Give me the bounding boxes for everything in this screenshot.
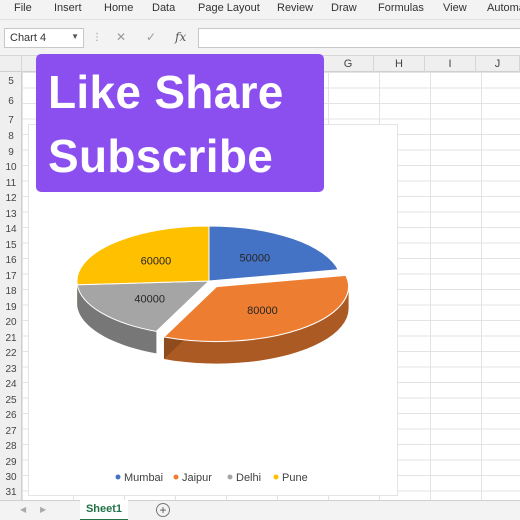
- select-all-corner[interactable]: [0, 56, 22, 72]
- scroll-right-icon[interactable]: ▶: [40, 505, 46, 514]
- row-header[interactable]: 12: [0, 193, 22, 204]
- row-header[interactable]: 18: [0, 286, 22, 297]
- row-header[interactable]: 25: [0, 395, 22, 406]
- row-header[interactable]: 26: [0, 410, 22, 421]
- row-header[interactable]: 9: [0, 147, 22, 158]
- row-header[interactable]: 21: [0, 333, 22, 344]
- row-header[interactable]: 7: [0, 115, 22, 126]
- name-box-value: Chart 4: [10, 32, 47, 44]
- legend-marker: [273, 474, 279, 480]
- column-header-g[interactable]: G: [323, 56, 374, 72]
- row-header[interactable]: 20: [0, 317, 22, 328]
- row-headers: 5 6 7 8 9 10 11 12 13 14 15 16 17 18 19 …: [0, 72, 22, 500]
- tab-view[interactable]: View: [443, 2, 467, 14]
- formula-bar: Chart 4 ▼ ⋮ ✕ ✓ fx: [0, 20, 520, 56]
- legend-label: Pune: [282, 472, 308, 484]
- row-header[interactable]: 10: [0, 162, 22, 173]
- legend-label: Jaipur: [182, 472, 212, 484]
- legend-marker: [227, 474, 233, 480]
- sheet-tab-bar: ◀ ▶ Sheet1 +: [0, 500, 520, 520]
- row-header[interactable]: 13: [0, 209, 22, 220]
- row-header[interactable]: 28: [0, 441, 22, 452]
- promo-banner: Like Share Subscribe: [36, 54, 324, 192]
- name-box[interactable]: Chart 4 ▼: [4, 28, 84, 48]
- row-header[interactable]: 15: [0, 240, 22, 251]
- legend-item-mumbai[interactable]: Mumbai: [115, 472, 164, 484]
- legend-item-jaipur[interactable]: Jaipur: [173, 472, 213, 484]
- check-icon[interactable]: ✓: [146, 30, 156, 44]
- banner-line-2: Subscribe: [48, 130, 274, 182]
- close-icon[interactable]: ✕: [116, 30, 126, 44]
- row-header[interactable]: 17: [0, 271, 22, 282]
- column-header-i[interactable]: I: [425, 56, 476, 72]
- sheet-tab-sheet1[interactable]: Sheet1: [80, 500, 128, 520]
- banner-line-1: Like Share: [48, 66, 284, 118]
- tab-draw[interactable]: Draw: [331, 2, 357, 14]
- tab-home[interactable]: Home: [104, 2, 133, 14]
- chart-legend: Mumbai Jaipur Delhi Pune: [115, 472, 308, 484]
- legend-marker: [173, 474, 179, 480]
- row-header[interactable]: 30: [0, 472, 22, 483]
- tab-formulas[interactable]: Formulas: [378, 2, 424, 14]
- row-header[interactable]: 29: [0, 457, 22, 468]
- legend-label: Mumbai: [124, 472, 163, 484]
- legend-marker: [115, 474, 121, 480]
- tab-data[interactable]: Data: [152, 2, 175, 14]
- insert-function-icon[interactable]: fx: [175, 30, 186, 44]
- row-header[interactable]: 24: [0, 379, 22, 390]
- data-label-jaipur: 80000: [247, 305, 278, 317]
- data-label-delhi: 40000: [134, 293, 165, 305]
- row-header[interactable]: 31: [0, 487, 22, 498]
- chevron-down-icon[interactable]: ▼: [71, 32, 79, 41]
- legend-item-delhi[interactable]: Delhi: [227, 472, 262, 484]
- tab-review[interactable]: Review: [277, 2, 313, 14]
- row-header[interactable]: 14: [0, 224, 22, 235]
- tab-insert[interactable]: Insert: [54, 2, 82, 14]
- tab-page-layout[interactable]: Page Layout: [198, 2, 260, 14]
- row-header[interactable]: 8: [0, 131, 22, 142]
- drag-handle-icon: ⋮: [92, 32, 102, 43]
- tab-automate[interactable]: Automa: [487, 2, 520, 14]
- row-header[interactable]: 22: [0, 348, 22, 359]
- formula-input[interactable]: [198, 28, 520, 48]
- tab-file[interactable]: File: [14, 2, 32, 14]
- pie-slice-mumbai[interactable]: [208, 225, 339, 282]
- row-header[interactable]: 19: [0, 302, 22, 313]
- row-header[interactable]: 5: [0, 76, 22, 87]
- column-header-j[interactable]: J: [476, 56, 520, 72]
- row-header[interactable]: 11: [0, 178, 22, 189]
- column-header-h[interactable]: H: [374, 56, 425, 72]
- plus-icon[interactable]: +: [156, 503, 170, 517]
- row-header[interactable]: 27: [0, 426, 22, 437]
- row-header[interactable]: 16: [0, 255, 22, 266]
- legend-item-pune[interactable]: Pune: [273, 472, 308, 484]
- legend-label: Delhi: [236, 472, 261, 484]
- ribbon-menu: File Insert Home Data Page Layout Review…: [0, 0, 520, 20]
- data-label-pune: 60000: [141, 255, 172, 267]
- row-header[interactable]: 6: [0, 96, 22, 107]
- row-header[interactable]: 23: [0, 364, 22, 375]
- scroll-left-icon[interactable]: ◀: [20, 505, 26, 514]
- data-label-mumbai: 50000: [240, 253, 271, 265]
